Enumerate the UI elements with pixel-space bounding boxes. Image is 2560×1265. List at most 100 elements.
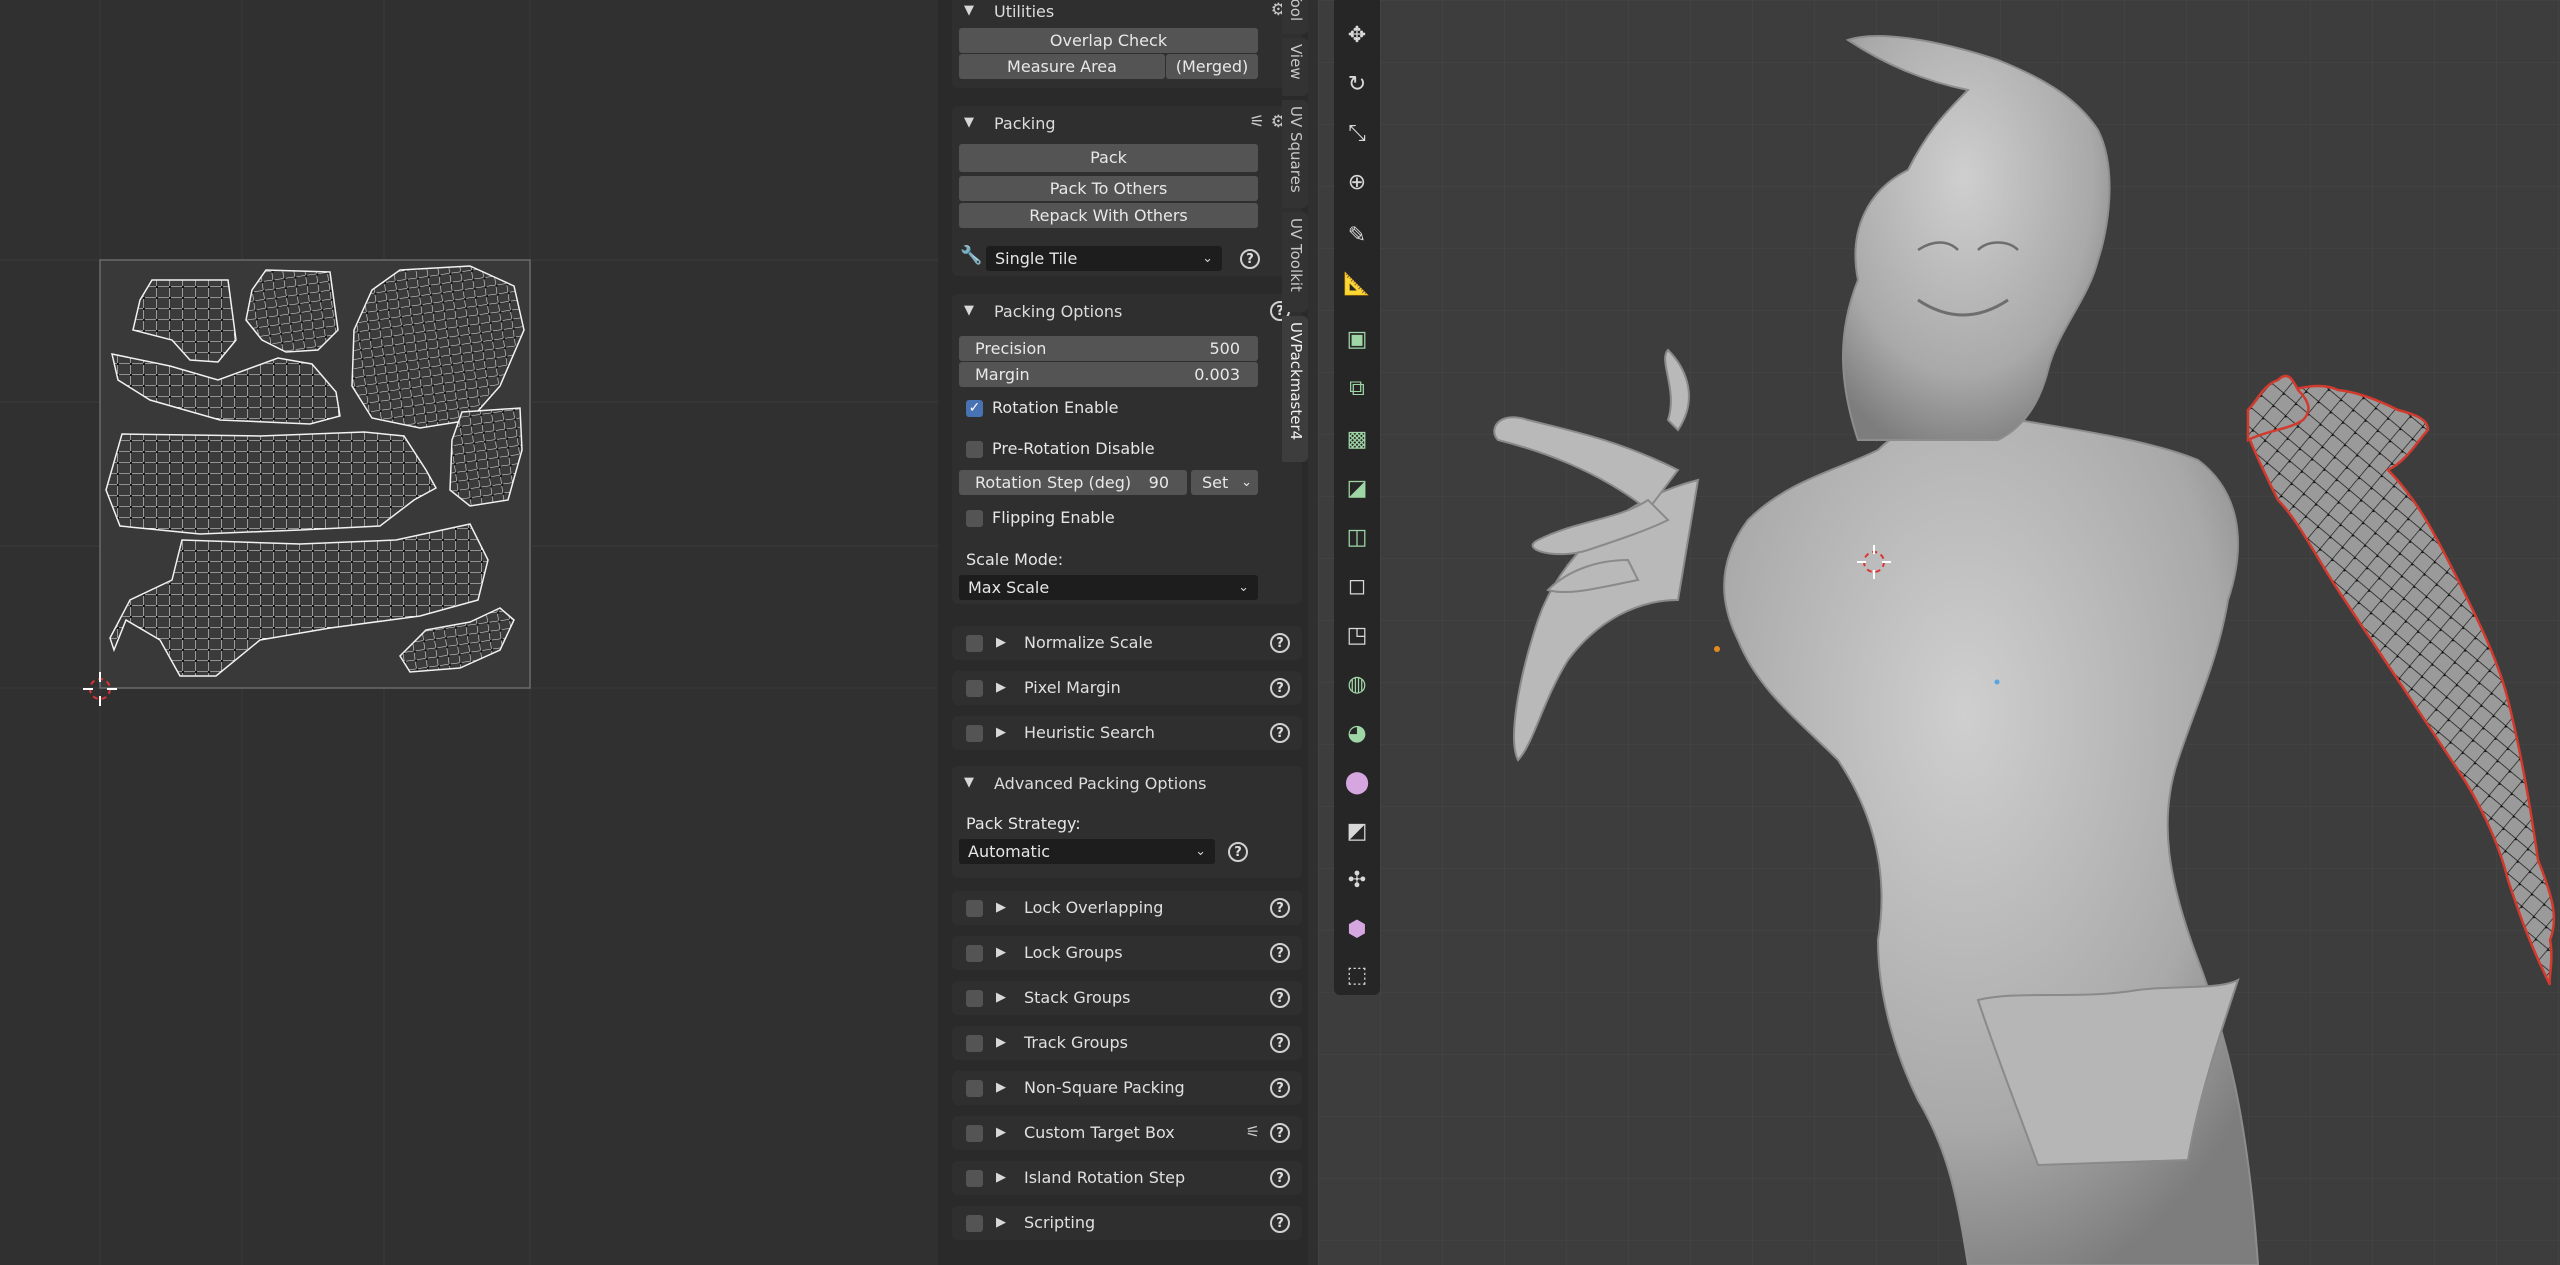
flipping-enable-checkbox[interactable] (966, 510, 983, 527)
heuristic-search-panel[interactable]: ▶ Heuristic Search ? (952, 716, 1302, 750)
extrude-icon[interactable]: ⧉ (1339, 371, 1375, 407)
tile-mode-dropdown[interactable]: Single Tile ⌄ (986, 246, 1222, 271)
uv-editor[interactable] (0, 0, 938, 1265)
transform-icon[interactable]: ⊕ (1339, 165, 1375, 201)
margin-field[interactable]: Margin 0.003 (959, 362, 1258, 387)
add-cube-icon[interactable]: ▣ (1339, 322, 1375, 358)
custom-target-box-checkbox[interactable] (966, 1125, 983, 1142)
poly-build-icon[interactable]: ◳ (1339, 618, 1375, 654)
help-icon[interactable]: ? (1270, 678, 1290, 698)
precision-field[interactable]: Precision 500 (959, 336, 1258, 361)
non-square-packing-checkbox[interactable] (966, 1080, 983, 1097)
island-rotation-step-panel[interactable]: ▶ Island Rotation Step ? (952, 1161, 1302, 1195)
track-groups-panel[interactable]: ▶ Track Groups ? (952, 1026, 1302, 1060)
pixel-margin-checkbox[interactable] (966, 680, 983, 697)
track-groups-checkbox[interactable] (966, 1035, 983, 1052)
uv-canvas[interactable] (0, 0, 938, 1265)
help-icon[interactable]: ? (1270, 988, 1290, 1008)
smooth-icon[interactable]: ◕ (1339, 716, 1375, 752)
rip-region-icon[interactable]: ⬢ (1339, 912, 1375, 948)
annotate-icon[interactable]: ✎ (1339, 218, 1375, 254)
tab-uv-squares[interactable]: UV Squares (1282, 100, 1308, 208)
help-icon[interactable]: ? (1270, 1168, 1290, 1188)
measure-area-button[interactable]: Measure Area (959, 54, 1165, 79)
collapse-triangle-icon[interactable]: ▼ (964, 115, 974, 130)
help-icon[interactable]: ? (1270, 1033, 1290, 1053)
tab-uv-toolkit[interactable]: UV Toolkit (1282, 212, 1308, 312)
help-icon[interactable]: ? (1270, 1078, 1290, 1098)
expand-triangle-icon[interactable]: ▶ (996, 945, 1006, 960)
normalize-scale-panel[interactable]: ▶ Normalize Scale ? (952, 626, 1302, 660)
advanced-packing-header[interactable]: ▼ Advanced Packing Options (952, 766, 1302, 800)
spin-icon[interactable]: ◍ (1339, 667, 1375, 703)
expand-triangle-icon[interactable]: ▶ (996, 1035, 1006, 1050)
expand-triangle-icon[interactable]: ▶ (996, 900, 1006, 915)
bevel-icon[interactable]: ◪ (1339, 471, 1375, 507)
merged-toggle[interactable]: (Merged) (1166, 54, 1258, 79)
help-icon[interactable]: ? (1240, 249, 1260, 269)
non-square-packing-panel[interactable]: ▶ Non-Square Packing ? (952, 1071, 1302, 1105)
viewport-canvas[interactable] (1318, 0, 2560, 1265)
tab-uvpackmaster[interactable]: UVPackmaster4 (1282, 316, 1308, 462)
edge-slide-icon[interactable]: ⬤ (1339, 765, 1375, 801)
scripting-panel[interactable]: ▶ Scripting ? (952, 1206, 1302, 1240)
help-icon[interactable]: ? (1270, 633, 1290, 653)
expand-triangle-icon[interactable]: ▶ (996, 1125, 1006, 1140)
help-icon[interactable]: ? (1270, 1213, 1290, 1233)
3d-viewport[interactable] (1318, 0, 2560, 1265)
expand-triangle-icon[interactable]: ▶ (996, 990, 1006, 1005)
lock-overlapping-panel[interactable]: ▶ Lock Overlapping ? (952, 891, 1302, 925)
overlap-check-button[interactable]: Overlap Check (959, 28, 1258, 53)
shrink-fatten-icon[interactable]: ◩ (1339, 814, 1375, 850)
expand-triangle-icon[interactable]: ▶ (996, 725, 1006, 740)
collapse-triangle-icon[interactable]: ▼ (964, 3, 974, 18)
pixel-margin-panel[interactable]: ▶ Pixel Margin ? (952, 671, 1302, 705)
heuristic-search-checkbox[interactable] (966, 725, 983, 742)
expand-triangle-icon[interactable]: ▶ (996, 1080, 1006, 1095)
rotation-step-field[interactable]: Rotation Step (deg) 90 (959, 470, 1187, 495)
pack-strategy-dropdown[interactable]: Automatic ⌄ (959, 839, 1215, 864)
tab-view[interactable]: View (1282, 38, 1308, 96)
expand-triangle-icon[interactable]: ▶ (996, 680, 1006, 695)
loop-cut-icon[interactable]: ◫ (1339, 520, 1375, 556)
collapse-triangle-icon[interactable]: ▼ (964, 303, 974, 318)
packing-options-header[interactable]: ▼ Packing Options ? (952, 294, 1302, 328)
help-icon[interactable]: ? (1228, 842, 1248, 862)
lock-overlapping-checkbox[interactable] (966, 900, 983, 917)
expand-triangle-icon[interactable]: ▶ (996, 1170, 1006, 1185)
repack-with-others-button[interactable]: Repack With Others (959, 203, 1258, 228)
move-icon[interactable]: ✥ (1339, 18, 1375, 54)
help-icon[interactable]: ? (1270, 723, 1290, 743)
scale-icon[interactable]: ⤡ (1339, 116, 1375, 152)
lock-groups-panel[interactable]: ▶ Lock Groups ? (952, 936, 1302, 970)
cube-icon[interactable]: ⬚ (1339, 958, 1375, 994)
normalize-scale-checkbox[interactable] (966, 635, 983, 652)
pre-rotation-disable-checkbox[interactable] (966, 441, 983, 458)
set-dropdown[interactable]: Set ⌄ (1191, 470, 1258, 495)
sliders-icon[interactable]: ⚟ (1246, 1122, 1260, 1141)
scale-mode-dropdown[interactable]: Max Scale ⌄ (959, 575, 1258, 600)
measure-icon[interactable]: 📐 (1339, 267, 1375, 303)
packing-header[interactable]: ▼ Packing ⚟⚙ (952, 106, 1302, 140)
lock-groups-checkbox[interactable] (966, 945, 983, 962)
utilities-header[interactable]: ▼ Utilities ⚙ (952, 0, 1302, 28)
expand-triangle-icon[interactable]: ▶ (996, 635, 1006, 650)
knife-icon[interactable]: ◻ (1339, 569, 1375, 605)
expand-triangle-icon[interactable]: ▶ (996, 1215, 1006, 1230)
scripting-checkbox[interactable] (966, 1215, 983, 1232)
tab-tool[interactable]: Tool (1282, 0, 1308, 34)
pack-button[interactable]: Pack (959, 144, 1258, 172)
help-icon[interactable]: ? (1270, 898, 1290, 918)
pack-to-others-button[interactable]: Pack To Others (959, 176, 1258, 201)
shear-icon[interactable]: ✣ (1339, 863, 1375, 899)
rotate-icon[interactable]: ↻ (1339, 67, 1375, 103)
island-rotation-step-checkbox[interactable] (966, 1170, 983, 1187)
collapse-triangle-icon[interactable]: ▼ (964, 775, 974, 790)
stack-groups-panel[interactable]: ▶ Stack Groups ? (952, 981, 1302, 1015)
help-icon[interactable]: ? (1270, 943, 1290, 963)
rotation-enable-checkbox[interactable]: ✓ (966, 400, 983, 417)
inset-icon[interactable]: ▩ (1339, 422, 1375, 458)
custom-target-box-panel[interactable]: ▶ Custom Target Box ⚟ ? (952, 1116, 1302, 1150)
help-icon[interactable]: ? (1270, 1123, 1290, 1143)
stack-groups-checkbox[interactable] (966, 990, 983, 1007)
